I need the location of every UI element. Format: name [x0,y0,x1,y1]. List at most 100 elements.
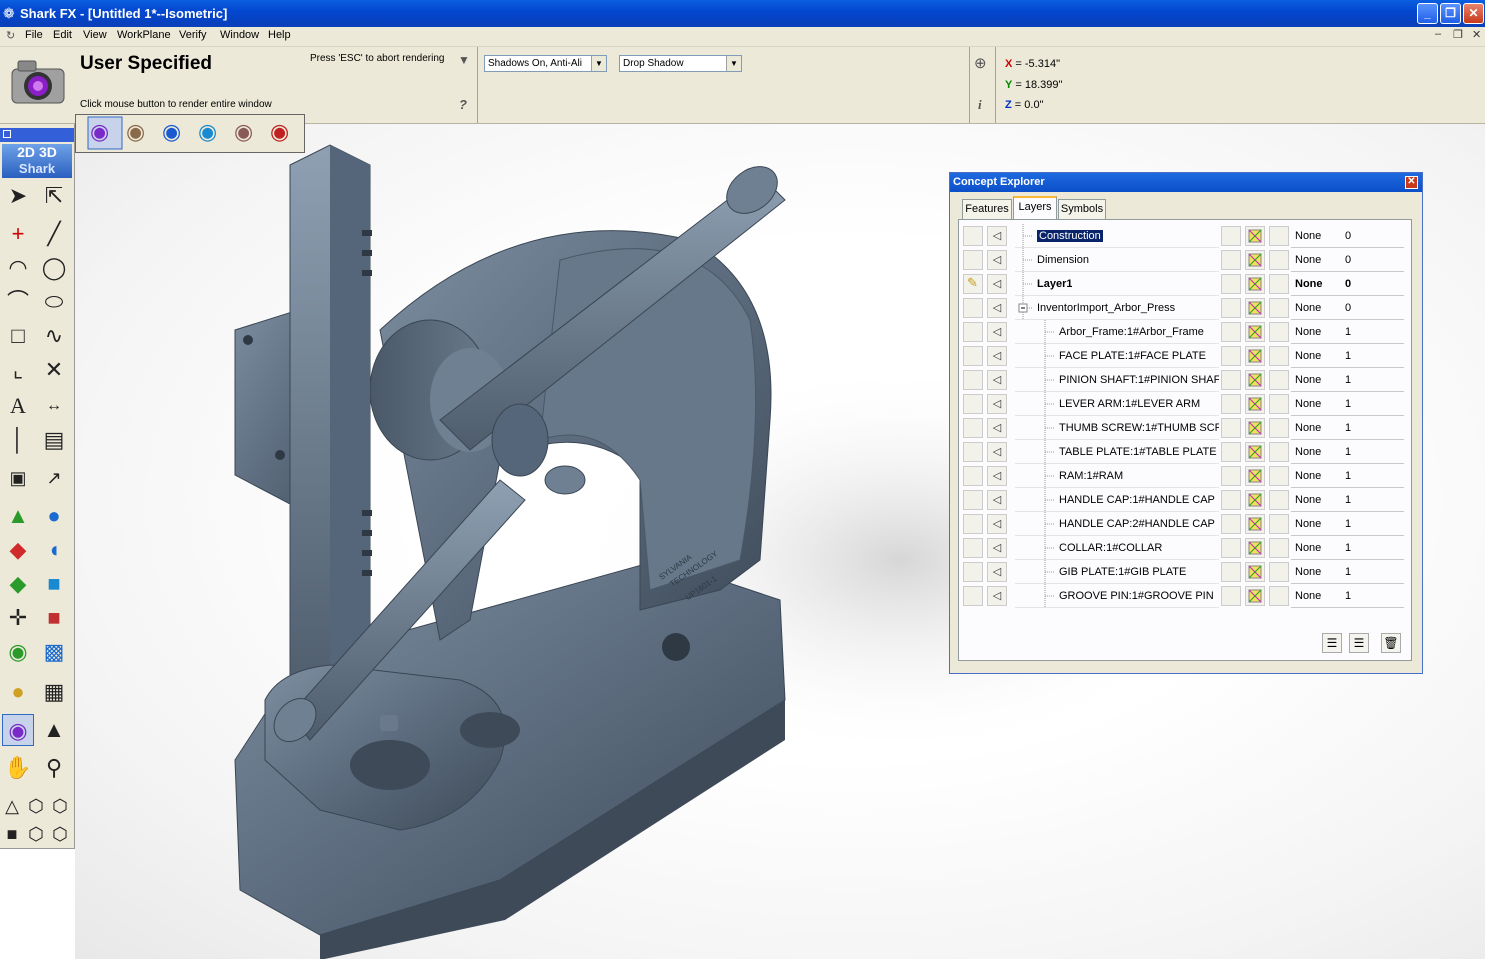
text-icon[interactable]: A [2,390,34,422]
chevron-down-icon[interactable]: ▼ [591,56,606,71]
chevron-down-icon[interactable]: ▼ [726,56,741,71]
minimize-button[interactable]: _ [1417,3,1438,24]
render-mode-3-icon[interactable]: ◉ [162,119,181,145]
layer-render-toggle[interactable] [1245,394,1265,414]
render-user-specified-icon[interactable]: ◉ [90,119,109,145]
layer-lock-toggle[interactable] [1269,322,1289,342]
layer-row[interactable]: ◁ Construction None 0 [959,224,1411,248]
tab-symbols[interactable]: Symbols [1058,199,1106,219]
layer-current-toggle[interactable] [963,538,983,558]
layer-visibility-toggle[interactable]: ◁ [987,226,1007,246]
layer-linetype[interactable]: None [1295,350,1321,362]
circle-icon[interactable]: ◯ [38,252,70,284]
layer-color-swatch[interactable] [1221,322,1241,342]
layer-color-swatch[interactable] [1221,346,1241,366]
layer-lock-toggle[interactable] [1269,226,1289,246]
layer-linetype[interactable]: None [1295,494,1321,506]
render-mode-2-icon[interactable]: ◉ [126,119,145,145]
layer-visibility-toggle[interactable]: ◁ [987,298,1007,318]
layer-render-toggle[interactable] [1245,490,1265,510]
dropdown-arrow-icon[interactable]: ▼ [458,53,470,67]
maximize-button[interactable]: ❐ [1440,3,1461,24]
delete-layer-icon[interactable]: 🗑 [1381,633,1401,653]
layer-color-swatch[interactable] [1221,394,1241,414]
layer-name[interactable]: GROOVE PIN:1#GROOVE PIN [1059,590,1214,602]
layer-row[interactable]: ✎ ◁ Layer1 None 0 [959,272,1411,296]
layer-color-swatch[interactable] [1221,226,1241,246]
layer-visibility-toggle[interactable]: ◁ [987,418,1007,438]
dimension-icon[interactable]: ↔ [38,390,70,422]
layer-render-toggle[interactable] [1245,466,1265,486]
layer-render-toggle[interactable] [1245,514,1265,534]
layer-lock-toggle[interactable] [1269,298,1289,318]
layer-row[interactable]: ◁ TABLE PLATE:1#TABLE PLATE None 1 [959,440,1411,464]
fillet-icon[interactable]: ⌞ [2,354,34,386]
layer-name[interactable]: TABLE PLATE:1#TABLE PLATE [1059,446,1217,458]
layer-visibility-toggle[interactable]: ◁ [987,514,1007,534]
layer-lock-toggle[interactable] [1269,274,1289,294]
render-mode-5-icon[interactable]: ◉ [234,119,253,145]
layer-lock-toggle[interactable] [1269,370,1289,390]
layer-color-swatch[interactable] [1221,538,1241,558]
layer-color-swatch[interactable] [1221,562,1241,582]
layer-visibility-toggle[interactable]: ◁ [987,250,1007,270]
layer-visibility-toggle[interactable]: ◁ [987,394,1007,414]
layer-row[interactable]: ◁ Dimension None 0 [959,248,1411,272]
layer-visibility-toggle[interactable]: ◁ [987,442,1007,462]
layer-name[interactable]: LEVER ARM:1#LEVER ARM [1059,398,1200,410]
layer-visibility-toggle[interactable]: ◁ [987,538,1007,558]
solid-box-icon[interactable]: ■ [38,568,70,600]
layer-linetype[interactable]: None [1295,470,1321,482]
layer-current-toggle[interactable] [963,466,983,486]
layer-color-swatch[interactable] [1221,250,1241,270]
layer-row[interactable]: ◁ RAM:1#RAM None 1 [959,464,1411,488]
layer-current-toggle[interactable] [963,586,983,606]
select-arrow-icon[interactable]: ➤ [2,180,34,212]
mdi-minimize-icon[interactable]: – [1435,28,1441,40]
view-custom-icon[interactable]: ⬡ [48,818,72,850]
layer-lock-toggle[interactable] [1269,562,1289,582]
layer-lock-toggle[interactable] [1269,538,1289,558]
layer-name[interactable]: PINION SHAFT:1#PINION SHAF [1059,374,1219,386]
layer-lock-toggle[interactable] [1269,586,1289,606]
animation-icon[interactable]: ▲ [38,714,70,746]
spline-icon[interactable]: ∿ [38,320,70,352]
layer-render-toggle[interactable] [1245,322,1265,342]
menu-edit[interactable]: Edit [53,29,72,41]
layer-render-toggle[interactable] [1245,418,1265,438]
layer-lock-toggle[interactable] [1269,418,1289,438]
layer-render-toggle[interactable] [1245,586,1265,606]
layer-render-toggle[interactable] [1245,538,1265,558]
layer-row[interactable]: ◁ HANDLE CAP:1#HANDLE CAP None 1 [959,488,1411,512]
layer-row[interactable]: ◁ Arbor_Frame:1#Arbor_Frame None 1 [959,320,1411,344]
layer-color-swatch[interactable] [1221,370,1241,390]
layer-name[interactable]: HANDLE CAP:2#HANDLE CAP [1059,518,1215,530]
info-icon[interactable]: i [978,97,982,113]
layer-name[interactable]: RAM:1#RAM [1059,470,1123,482]
surface-icon[interactable]: ◆ [2,534,34,566]
layer-visibility-toggle[interactable]: ◁ [987,466,1007,486]
layer-linetype[interactable]: None [1295,446,1321,458]
app-icon[interactable]: ❁ [3,5,15,22]
centerline-icon[interactable]: │ [2,424,34,456]
layer-color-swatch[interactable] [1221,442,1241,462]
layer-row[interactable]: ◁ PINION SHAFT:1#PINION SHAF None 1 [959,368,1411,392]
layer-color-swatch[interactable] [1221,490,1241,510]
layer-current-toggle[interactable] [963,322,983,342]
views-icon[interactable]: ▦ [38,676,70,708]
menu-help[interactable]: Help [268,29,291,41]
layer-linetype[interactable]: None [1295,542,1321,554]
layer-name[interactable]: THUMB SCREW:1#THUMB SCF [1059,422,1219,434]
layer-row[interactable]: ◁ COLLAR:1#COLLAR None 1 [959,536,1411,560]
layer-render-toggle[interactable] [1245,346,1265,366]
layer-linetype[interactable]: None [1295,398,1321,410]
layer-visibility-toggle[interactable]: ◁ [987,490,1007,510]
layer-current-toggle[interactable] [963,514,983,534]
new-layer-icon[interactable]: ☰ [1322,633,1342,653]
layer-lock-toggle[interactable] [1269,514,1289,534]
layer-color-swatch[interactable] [1221,586,1241,606]
continuity-icon[interactable]: ✛ [2,602,34,634]
layer-visibility-toggle[interactable]: ◁ [987,370,1007,390]
layer-name[interactable]: GIB PLATE:1#GIB PLATE [1059,566,1186,578]
zoom-icon[interactable]: ⚲ [38,752,70,784]
